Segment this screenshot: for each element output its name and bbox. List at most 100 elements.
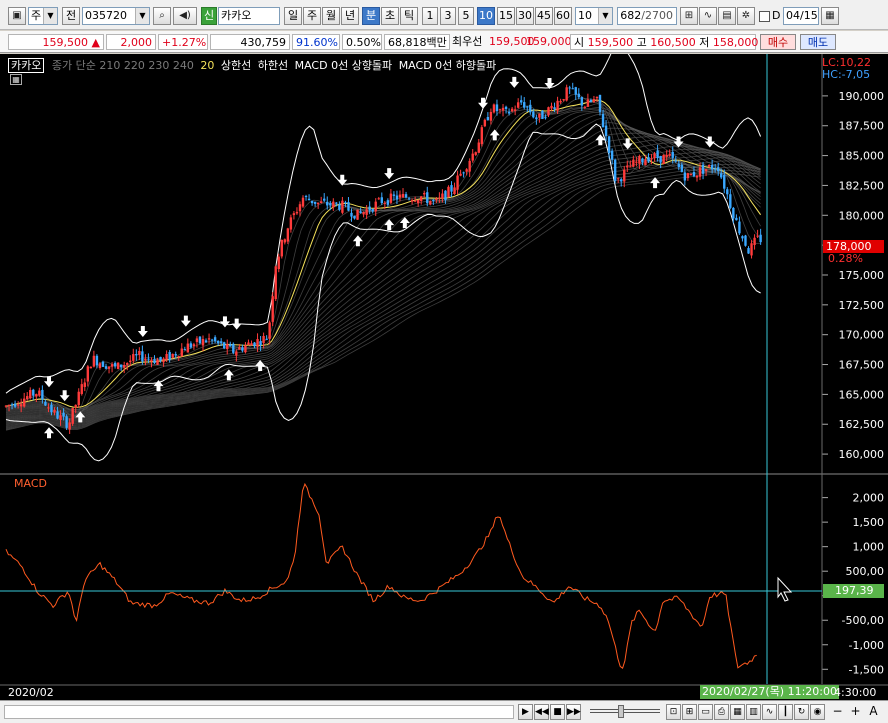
candle-body xyxy=(126,362,129,365)
candle-body xyxy=(532,111,535,118)
window-icon[interactable]: ▭ xyxy=(698,704,713,720)
stock-code-input[interactable]: 035720 ▼ xyxy=(82,7,150,25)
drawing-tool-icon[interactable]: ∿ xyxy=(699,7,717,25)
candle-body xyxy=(759,234,762,243)
scroll-right-button[interactable]: ▶ xyxy=(518,704,533,720)
candle-body xyxy=(571,88,574,90)
candle-body xyxy=(377,198,380,200)
legend-macd-up[interactable]: MACD 0선 상향돌파 xyxy=(295,59,393,72)
zoom-out-button[interactable]: − xyxy=(830,704,845,720)
date-input[interactable]: 04/15 xyxy=(783,7,819,25)
legend-ma-220[interactable]: 220 xyxy=(124,59,145,72)
period-second-button[interactable]: 초 xyxy=(381,7,399,25)
market-select[interactable]: 주 ▼ xyxy=(28,7,58,25)
candle-body xyxy=(132,354,135,361)
legend-lower-band[interactable]: 하한선 xyxy=(258,59,288,72)
candle-body xyxy=(262,335,265,344)
candle-body xyxy=(607,136,611,153)
legend-macd-down[interactable]: MACD 0선 하향돌파 xyxy=(399,59,497,72)
scroll-start-button[interactable]: ◀◀ xyxy=(534,704,549,720)
indicator-icon[interactable]: ⊞ xyxy=(680,7,698,25)
data-count-field[interactable]: 682/2700 xyxy=(617,7,677,25)
chart-settings-icon[interactable]: ▣ xyxy=(8,7,26,25)
candle-body xyxy=(426,192,429,204)
interval-3-button[interactable]: 3 xyxy=(440,7,456,25)
interval-input[interactable]: 10 ▼ xyxy=(575,7,613,25)
speaker-icon[interactable]: ◀) xyxy=(173,7,197,25)
calendar-icon[interactable]: ▦ xyxy=(821,7,839,25)
candle-body xyxy=(353,215,356,219)
macd-value-tag: 197,39 xyxy=(823,584,884,598)
split-view-icon[interactable]: ⊞ xyxy=(682,704,697,720)
candle-body xyxy=(647,157,650,162)
chevron-down-icon: ▼ xyxy=(43,8,57,24)
candle-body xyxy=(147,358,150,360)
candle-body xyxy=(71,407,74,424)
price-and-macd-chart[interactable]: 160,000 162,500 165,000 167,500 170,000 172,5… xyxy=(0,54,888,700)
candle-body xyxy=(53,409,56,413)
print-icon[interactable]: ⎙ xyxy=(714,704,729,720)
prev-stock-button[interactable]: 전 xyxy=(62,7,80,25)
interval-5-button[interactable]: 5 xyxy=(458,7,474,25)
data-table-icon[interactable]: ▦ xyxy=(10,74,22,85)
price-axis-label: 182,500 xyxy=(839,179,885,192)
zoom-slider[interactable] xyxy=(590,709,660,713)
sell-button[interactable]: 매도 xyxy=(800,34,836,50)
refresh-icon[interactable]: ↻ xyxy=(794,704,809,720)
buy-button[interactable]: 매수 xyxy=(760,34,796,50)
period-day-button[interactable]: 일 xyxy=(284,7,302,25)
legend-stock[interactable]: 카카오 xyxy=(8,58,45,73)
stock-chart-area[interactable]: 160,000 162,500 165,000 167,500 170,000 172,5… xyxy=(0,54,888,700)
period-minute-button[interactable]: 분 xyxy=(362,7,380,25)
chart-layout-icon[interactable]: ⊡ xyxy=(666,704,681,720)
candle-body xyxy=(47,407,50,409)
zoom-in-button[interactable]: + xyxy=(848,704,863,720)
candle-body xyxy=(413,200,417,202)
grid-icon[interactable]: ▦ xyxy=(730,704,745,720)
candle-body xyxy=(141,351,144,362)
legend-ma-210[interactable]: 210 xyxy=(99,59,120,72)
stop-button[interactable]: ■ xyxy=(550,704,565,720)
period-year-button[interactable]: 년 xyxy=(341,7,359,25)
zoom-slider-thumb[interactable] xyxy=(618,705,624,718)
scroll-track[interactable] xyxy=(4,705,514,719)
legend-ma-20[interactable]: 20 xyxy=(200,59,214,72)
search-icon[interactable]: ⌕ xyxy=(153,7,171,25)
gear-icon[interactable]: ✲ xyxy=(737,7,755,25)
candle-chart-icon[interactable]: ┃ xyxy=(778,704,793,720)
bar-chart-icon[interactable]: ▥ xyxy=(746,704,761,720)
volume-ratio: 91.60% xyxy=(292,34,340,50)
interval-15-button[interactable]: 15 xyxy=(497,7,515,25)
auto-scale-button[interactable]: A xyxy=(866,704,881,720)
chart-toolbar: ▣ 주 ▼ 전 035720 ▼ ⌕ ◀) 신 카카오 일 주 월 년 분 초 틱 … xyxy=(0,0,888,30)
legend-upper-band[interactable]: 상한선 xyxy=(221,59,251,72)
candle-body xyxy=(462,172,465,174)
line-chart-icon[interactable]: ∿ xyxy=(762,704,777,720)
candle-body xyxy=(623,169,626,182)
save-icon[interactable]: ▤ xyxy=(718,7,736,25)
interval-45-button[interactable]: 45 xyxy=(535,7,553,25)
period-week-button[interactable]: 주 xyxy=(303,7,321,25)
candle-body xyxy=(438,197,441,199)
d-checkbox[interactable] xyxy=(759,11,770,22)
screenshot-icon[interactable]: ◉ xyxy=(810,704,825,720)
candle-body xyxy=(389,193,393,203)
candle-body xyxy=(56,411,59,419)
candle-body xyxy=(432,200,435,202)
legend-ma-240[interactable]: 240 xyxy=(173,59,194,72)
price-axis-label: 175,000 xyxy=(839,269,885,282)
stock-name-field[interactable]: 카카오 xyxy=(218,7,280,25)
candle-body xyxy=(629,166,632,168)
candle-body xyxy=(16,404,20,406)
interval-60-button[interactable]: 60 xyxy=(554,7,572,25)
period-tick-button[interactable]: 틱 xyxy=(400,7,418,25)
scroll-end-button[interactable]: ▶▶ xyxy=(566,704,581,720)
interval-10-button[interactable]: 10 xyxy=(477,7,495,25)
candle-body xyxy=(286,228,290,242)
legend-ma-230[interactable]: 230 xyxy=(148,59,169,72)
interval-30-button[interactable]: 30 xyxy=(516,7,534,25)
period-month-button[interactable]: 월 xyxy=(322,7,340,25)
candle-body xyxy=(504,106,508,110)
interval-1-button[interactable]: 1 xyxy=(422,7,438,25)
legend-ma-label[interactable]: 종가 단순 xyxy=(52,59,96,72)
